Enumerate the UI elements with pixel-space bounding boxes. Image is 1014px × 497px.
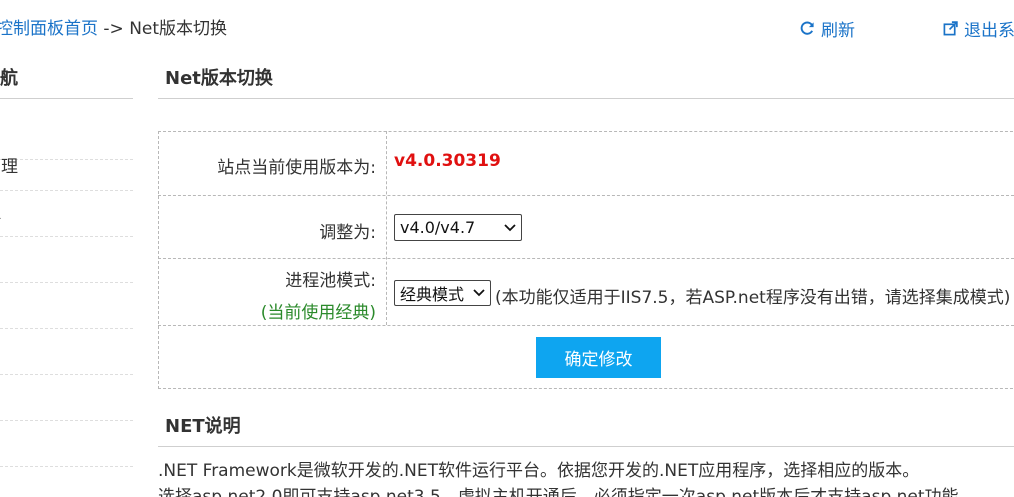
- sidebar-item-label: 理: [0, 203, 1, 223]
- net-description-line: 选择asp.net2.0即可支持asp.net3.5，虚拟主机开通后，必须指定一…: [158, 487, 959, 497]
- chevron-down-icon: [504, 223, 516, 231]
- confirm-button[interactable]: 确定修改: [536, 337, 661, 378]
- sidebar-item[interactable]: [0, 421, 133, 467]
- net-description-line: .NET Framework是微软开发的.NET软件运行平台。依据您开发的.NE…: [158, 461, 920, 481]
- logout-label: 退出系: [964, 21, 1014, 41]
- breadcrumb-separator: ->: [98, 19, 130, 39]
- net-version-selected: v4.0/v4.7: [400, 218, 476, 237]
- pool-mode-current: (当前使用经典): [260, 303, 376, 323]
- sidebar-item-label: 管理: [0, 157, 18, 177]
- sidebar-item[interactable]: [0, 283, 133, 329]
- sidebar-item[interactable]: [0, 375, 133, 421]
- form-row-divider: [158, 258, 1014, 259]
- adjust-version-label: 调整为:: [319, 223, 376, 243]
- net-section-divider: [158, 446, 1014, 447]
- breadcrumb-current: Net版本切换: [129, 19, 228, 39]
- current-version-value: v4.0.30319: [394, 151, 501, 171]
- sidebar-title: 导航: [0, 68, 18, 89]
- form-row-divider: [158, 325, 1014, 326]
- form-column-divider: [386, 131, 387, 325]
- logout-button[interactable]: 退出系: [943, 16, 1014, 41]
- sidebar-item[interactable]: 管理: [0, 145, 133, 191]
- refresh-icon: [800, 21, 814, 35]
- refresh-button[interactable]: 刷新: [800, 16, 855, 41]
- page-title: Net版本切换: [165, 68, 273, 89]
- logout-icon: [943, 21, 958, 36]
- breadcrumb-home-link[interactable]: 控制面板首页: [0, 19, 98, 39]
- sidebar-item[interactable]: 理: [0, 191, 133, 237]
- sidebar-item[interactable]: [0, 237, 133, 283]
- pool-mode-note: (本功能仅适用于IIS7.5，若ASP.net程序没有出错，请选择集成模式): [495, 288, 1011, 308]
- net-section-title: NET说明: [165, 416, 241, 437]
- pool-mode-label: 进程池模式:: [285, 271, 376, 291]
- page-title-divider: [158, 98, 1014, 99]
- net-version-select[interactable]: v4.0/v4.7: [394, 214, 522, 241]
- chevron-down-icon: [473, 289, 485, 297]
- form-row-divider: [158, 195, 1014, 196]
- current-version-label: 站点当前使用版本为:: [217, 158, 376, 178]
- pool-mode-selected: 经典模式: [400, 285, 465, 304]
- breadcrumb: 控制面板首页 -> Net版本切换: [0, 14, 227, 39]
- sidebar-item[interactable]: [0, 329, 133, 375]
- pool-mode-select[interactable]: 经典模式: [394, 280, 491, 306]
- sidebar-title-divider: [0, 98, 133, 99]
- refresh-label: 刷新: [821, 21, 855, 41]
